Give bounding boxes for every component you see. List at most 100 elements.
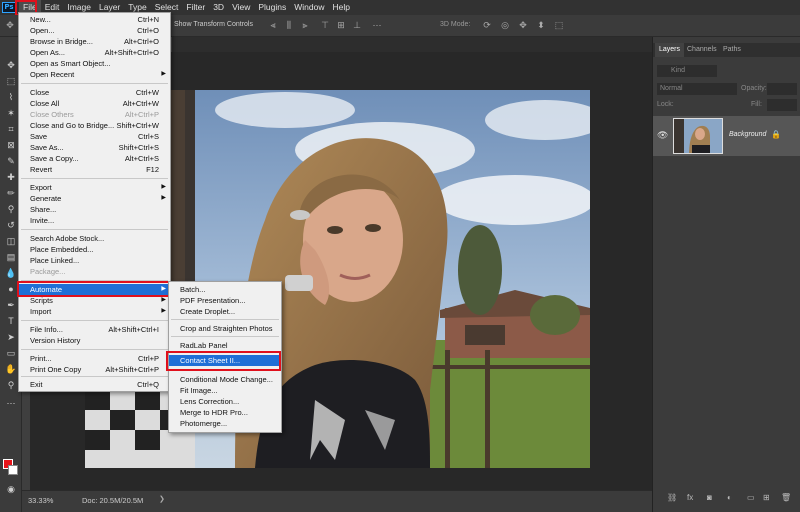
gradient-tool-icon[interactable]: ▤: [4, 251, 18, 263]
history-brush-icon[interactable]: ↺: [4, 219, 18, 231]
menu-item-batch[interactable]: Batch...: [169, 284, 281, 295]
layer-row-background[interactable]: 👁 Background 🔒: [653, 116, 800, 156]
frame-tool-icon[interactable]: ⊠: [4, 139, 18, 151]
align-middle-icon[interactable]: ⊞: [336, 20, 346, 31]
menu-item-create-droplet[interactable]: Create Droplet...: [169, 306, 281, 317]
visibility-eye-icon[interactable]: 👁: [657, 130, 668, 141]
menu-item-lens-correction[interactable]: Lens Correction...: [169, 396, 281, 407]
3d-roll-icon[interactable]: ◎: [500, 20, 510, 31]
menu-item-contact-sheet[interactable]: Contact Sheet II...: [169, 355, 281, 366]
3d-rotate-icon[interactable]: ⟳: [482, 20, 492, 31]
align-left-icon[interactable]: ⫷: [268, 20, 278, 31]
menu-item-photomerge[interactable]: Photomerge...: [169, 418, 281, 429]
menu-item-version-history[interactable]: Version History: [19, 335, 170, 346]
group-folder-icon[interactable]: ▭: [747, 493, 755, 502]
menu-item-save-as[interactable]: Save As... Shift+Ctrl+S: [19, 142, 170, 153]
menu-item-conditional-mode-change[interactable]: Conditional Mode Change...: [169, 374, 281, 385]
move-tool-icon[interactable]: ✥: [5, 20, 15, 31]
menu-item-open-smart-object[interactable]: Open as Smart Object...: [19, 58, 170, 69]
lasso-tool-icon[interactable]: ⌇: [4, 91, 18, 103]
3d-drag-icon[interactable]: ✥: [518, 20, 528, 31]
layer-name[interactable]: Background: [729, 131, 766, 138]
align-top-icon[interactable]: ⊤: [320, 20, 330, 31]
menu-item-print-one-copy[interactable]: Print One Copy Alt+Shift+Ctrl+P: [19, 364, 170, 375]
eyedropper-icon[interactable]: ✎: [4, 155, 18, 167]
opacity-field[interactable]: [767, 83, 797, 95]
menu-plugins[interactable]: Plugins: [254, 0, 290, 15]
new-layer-icon[interactable]: ⊞: [763, 493, 770, 502]
3d-slide-icon[interactable]: ⬍: [536, 20, 546, 31]
zoom-level-readout[interactable]: 33.33%: [28, 496, 53, 505]
menu-item-place-embedded[interactable]: Place Embedded...: [19, 244, 170, 255]
pen-tool-icon[interactable]: ✒: [4, 299, 18, 311]
crop-tool-icon[interactable]: ⌗: [4, 123, 18, 135]
menu-item-radlab-panel[interactable]: RadLab Panel: [169, 340, 281, 351]
status-menu-arrow-icon[interactable]: ❯: [159, 495, 165, 503]
menu-item-pdf-presentation[interactable]: PDF Presentation...: [169, 295, 281, 306]
hand-tool-icon[interactable]: ✋: [4, 363, 18, 375]
background-color-swatch[interactable]: [8, 465, 18, 475]
move-tool-icon[interactable]: ✥: [4, 59, 18, 71]
menu-item-open[interactable]: Open... Ctrl+O: [19, 25, 170, 36]
menu-item-browse-in-bridge[interactable]: Browse in Bridge... Alt+Ctrl+O: [19, 36, 170, 47]
menu-item-file-info[interactable]: File Info... Alt+Shift+Ctrl+I: [19, 324, 170, 335]
menu-item-import[interactable]: Import ▶: [19, 306, 170, 317]
menu-item-automate[interactable]: Automate ▶: [19, 284, 170, 295]
menu-item-search-adobe-stock[interactable]: Search Adobe Stock...: [19, 233, 170, 244]
healing-brush-icon[interactable]: ✚: [4, 171, 18, 183]
menu-help[interactable]: Help: [328, 0, 353, 15]
align-bottom-icon[interactable]: ⊥: [352, 20, 362, 31]
menu-item-scripts[interactable]: Scripts ▶: [19, 295, 170, 306]
menu-item-save[interactable]: Save Ctrl+S: [19, 131, 170, 142]
tab-channels[interactable]: Channels: [683, 43, 721, 57]
magic-wand-icon[interactable]: ✶: [4, 107, 18, 119]
menu-filter[interactable]: Filter: [182, 0, 209, 15]
delete-layer-icon[interactable]: 🗑: [781, 493, 791, 502]
type-tool-icon[interactable]: T: [4, 315, 18, 327]
menu-item-export[interactable]: Export ▶: [19, 182, 170, 193]
layer-kind-filter[interactable]: Kind: [657, 65, 717, 77]
brush-tool-icon[interactable]: ✏: [4, 187, 18, 199]
fill-field[interactable]: [767, 99, 797, 111]
dodge-tool-icon[interactable]: ●: [4, 283, 18, 295]
fx-icon[interactable]: fx: [687, 493, 693, 502]
menu-item-exit[interactable]: Exit Ctrl+Q: [19, 379, 170, 390]
menu-window[interactable]: Window: [290, 0, 328, 15]
clone-stamp-icon[interactable]: ⚲: [4, 203, 18, 215]
3d-scale-icon[interactable]: ⬚: [554, 20, 564, 31]
menu-view[interactable]: View: [228, 0, 254, 15]
menu-item-close-go-to-bridge[interactable]: Close and Go to Bridge... Shift+Ctrl+W: [19, 120, 170, 131]
menu-3d[interactable]: 3D: [209, 0, 228, 15]
menu-item-print[interactable]: Print... Ctrl+P: [19, 353, 170, 364]
menu-item-close-all[interactable]: Close All Alt+Ctrl+W: [19, 98, 170, 109]
tab-paths[interactable]: Paths: [719, 43, 745, 57]
layer-mask-icon[interactable]: ◙: [707, 493, 712, 502]
adjustment-layer-icon[interactable]: ◐: [727, 493, 732, 502]
menu-item-merge-to-hdr[interactable]: Merge to HDR Pro...: [169, 407, 281, 418]
marquee-tool-icon[interactable]: ⬚: [4, 75, 18, 87]
lock-icon[interactable]: 🔒: [771, 130, 781, 139]
blur-tool-icon[interactable]: 💧: [4, 267, 18, 279]
menu-item-fit-image[interactable]: Fit Image...: [169, 385, 281, 396]
link-layers-icon[interactable]: ⛓: [667, 493, 677, 502]
menu-item-open-recent[interactable]: Open Recent ▶: [19, 69, 170, 80]
menu-item-open-as[interactable]: Open As... Alt+Shift+Ctrl+O: [19, 47, 170, 58]
menu-item-generate[interactable]: Generate ▶: [19, 193, 170, 204]
align-center-icon[interactable]: ⫼: [284, 20, 294, 31]
menu-item-invite[interactable]: Invite...: [19, 215, 170, 226]
menu-item-crop-straighten[interactable]: Crop and Straighten Photos: [169, 323, 281, 334]
zoom-tool-icon[interactable]: ⚲: [4, 379, 18, 391]
blend-mode-select[interactable]: Normal: [657, 83, 737, 95]
menu-item-share[interactable]: Share...: [19, 204, 170, 215]
quick-mask-icon[interactable]: ◉: [4, 483, 18, 495]
menu-item-new[interactable]: New... Ctrl+N: [19, 14, 170, 25]
tab-layers[interactable]: Layers: [655, 43, 685, 57]
menu-item-save-a-copy[interactable]: Save a Copy... Alt+Ctrl+S: [19, 153, 170, 164]
menu-item-place-linked[interactable]: Place Linked...: [19, 255, 170, 266]
distribute-icon[interactable]: ⋯: [372, 20, 382, 31]
align-right-icon[interactable]: ⫸: [300, 20, 310, 31]
rectangle-tool-icon[interactable]: ▭: [4, 347, 18, 359]
more-tools-icon[interactable]: ⋯: [4, 397, 18, 409]
menu-item-close[interactable]: Close Ctrl+W: [19, 87, 170, 98]
eraser-tool-icon[interactable]: ◫: [4, 235, 18, 247]
